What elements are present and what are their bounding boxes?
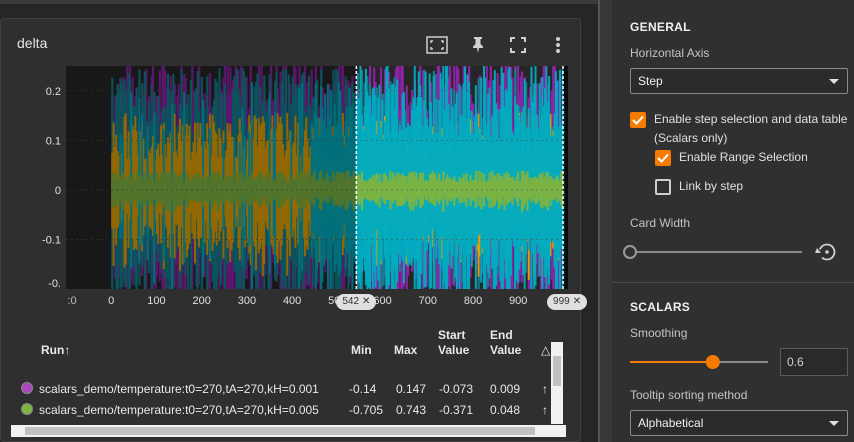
start-value: -0.371 bbox=[439, 403, 474, 417]
data-table: Run↑ Min Max Start Value End Value △ sca… bbox=[11, 322, 566, 426]
y-tick-label: -0.1 bbox=[42, 234, 61, 246]
panel-resize-handle[interactable] bbox=[598, 0, 612, 442]
run-name: scalars_demo/temperature:t0=270,tA=270,k… bbox=[39, 403, 319, 417]
min-value: -0.14 bbox=[349, 382, 377, 396]
range-end-label: 999 bbox=[553, 296, 570, 307]
run-name: scalars_demo/temperature:t0=270,tA=270,k… bbox=[39, 382, 319, 396]
slider-thumb bbox=[705, 355, 720, 369]
scalars-only-label: (Scalars only) bbox=[654, 131, 728, 145]
dropdown-arrow-icon bbox=[829, 79, 839, 84]
x-tick-label: 600 bbox=[373, 295, 391, 307]
range-end-badge[interactable]: 999 ✕ bbox=[547, 294, 588, 310]
x-tick-label: 700 bbox=[419, 295, 437, 307]
fit-to-data-icon[interactable] bbox=[425, 33, 449, 57]
max-value: 0.147 bbox=[396, 382, 427, 396]
tooltip-sort-label: Tooltip sorting method bbox=[630, 388, 748, 402]
card-width-slider[interactable] bbox=[622, 240, 852, 264]
enable-range-selection-checkbox[interactable] bbox=[655, 150, 671, 166]
close-icon[interactable]: ✕ bbox=[573, 294, 581, 310]
header-end-1[interactable]: End bbox=[490, 328, 513, 342]
x-tick-label: 400 bbox=[283, 295, 301, 307]
extra-value: ↑ bbox=[542, 382, 548, 396]
run-color-dot[interactable] bbox=[21, 403, 33, 415]
x-tick-label: 800 bbox=[464, 295, 482, 307]
header-start-2[interactable]: Value bbox=[438, 343, 469, 357]
settings-panel: GENERAL Horizontal Axis Step Enable step… bbox=[612, 0, 854, 442]
x-tick-label: 200 bbox=[192, 295, 210, 307]
header-run[interactable]: Run↑ bbox=[41, 343, 70, 357]
smoothing-slider[interactable] bbox=[626, 350, 776, 374]
close-icon[interactable]: ✕ bbox=[362, 294, 370, 310]
y-tick-label: 0.1 bbox=[46, 135, 61, 147]
table-horizontal-scrollbar[interactable] bbox=[11, 425, 566, 437]
header-start-1[interactable]: Start bbox=[438, 328, 465, 342]
more-vert-icon[interactable] bbox=[546, 33, 570, 57]
header-max[interactable]: Max bbox=[394, 343, 417, 357]
scalars-section-title: SCALARS bbox=[630, 300, 691, 314]
link-by-step-checkbox[interactable] bbox=[655, 179, 671, 195]
start-value: -0.073 bbox=[439, 382, 474, 396]
main-panel: delta 0.20.10-0.1-0. :001002003004005006… bbox=[0, 0, 598, 442]
range-start-label: 542 bbox=[342, 296, 360, 307]
header-min[interactable]: Min bbox=[351, 343, 372, 357]
section-divider bbox=[612, 282, 854, 283]
card-width-label: Card Width bbox=[630, 216, 691, 230]
x-tick-label: :0 bbox=[67, 295, 76, 307]
range-shade bbox=[66, 66, 357, 289]
x-tick-label: 300 bbox=[238, 295, 256, 307]
enable-range-selection-label: Enable Range Selection bbox=[679, 150, 808, 164]
dropdown-arrow-icon bbox=[829, 421, 839, 426]
min-value: -0.705 bbox=[349, 403, 384, 417]
x-tick-label: 0 bbox=[108, 295, 114, 307]
tooltip-sort-select[interactable]: Alphabetical bbox=[630, 410, 848, 436]
general-section-title: GENERAL bbox=[630, 20, 691, 34]
smoothing-input[interactable]: 0.6 bbox=[780, 348, 848, 376]
line-chart[interactable]: 0.20.10-0.1-0. :001002003004005006007008… bbox=[11, 66, 572, 312]
link-by-step-label: Link by step bbox=[679, 179, 744, 193]
enable-step-selection-checkbox[interactable] bbox=[630, 112, 646, 128]
y-tick-label: 0 bbox=[55, 185, 61, 197]
header-end-2[interactable]: Value bbox=[490, 343, 521, 357]
scalar-card: delta 0.20.10-0.1-0. :001002003004005006… bbox=[0, 18, 588, 442]
sort-arrow-icon: ↑ bbox=[64, 343, 71, 357]
x-tick-label: 900 bbox=[509, 295, 527, 307]
enable-step-selection-label: Enable step selection and data table bbox=[654, 112, 848, 126]
pin-icon[interactable] bbox=[466, 33, 490, 57]
max-value: 0.743 bbox=[396, 403, 427, 417]
top-strip bbox=[0, 0, 598, 4]
y-tick-label: -0. bbox=[48, 278, 61, 290]
end-value: 0.009 bbox=[490, 382, 521, 396]
horizontal-axis-label: Horizontal Axis bbox=[630, 46, 710, 60]
tensorboard-scalars-view: delta 0.20.10-0.1-0. :001002003004005006… bbox=[0, 0, 854, 442]
scrollbar-thumb[interactable] bbox=[553, 356, 561, 386]
scrollbar-thumb[interactable] bbox=[25, 427, 535, 435]
x-tick-label: 100 bbox=[147, 295, 165, 307]
run-color-dot[interactable] bbox=[21, 382, 33, 394]
reset-icon bbox=[815, 243, 836, 261]
slider-thumb bbox=[623, 245, 637, 259]
table-vertical-scrollbar[interactable] bbox=[551, 342, 563, 424]
y-tick-label: 0.2 bbox=[46, 86, 61, 98]
end-value: 0.048 bbox=[490, 403, 521, 417]
header-delta[interactable]: △ bbox=[541, 343, 550, 357]
smoothing-label: Smoothing bbox=[630, 326, 688, 340]
horizontal-axis-select[interactable]: Step bbox=[630, 68, 848, 94]
extra-value: ↑ bbox=[542, 403, 548, 417]
range-start-badge[interactable]: 542 ✕ bbox=[336, 294, 377, 310]
fullscreen-icon[interactable] bbox=[506, 33, 530, 57]
card-title: delta bbox=[17, 35, 48, 51]
